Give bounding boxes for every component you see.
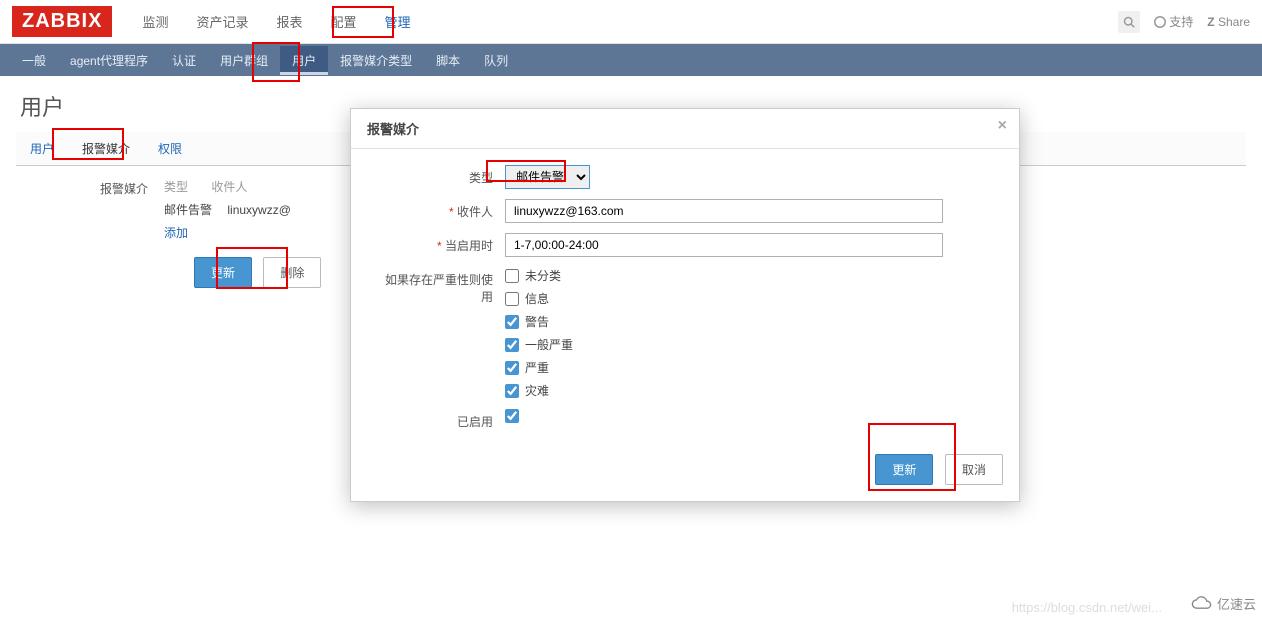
severity-list: 未分类 信息 警告 一般严重 严重 灾难	[505, 267, 573, 399]
enabled-checkbox[interactable]	[505, 409, 519, 423]
watermark-url: https://blog.csdn.net/wei...	[1012, 600, 1162, 615]
watermark-brand: 亿速云	[1191, 594, 1256, 613]
annotation-highlight	[486, 160, 566, 182]
when-active-input[interactable]	[505, 233, 943, 257]
cloud-icon	[1191, 596, 1213, 612]
close-icon[interactable]: ×	[998, 117, 1007, 135]
annotation-highlight	[52, 128, 124, 160]
annotation-highlight	[332, 6, 394, 38]
sev-notclassified[interactable]: 未分类	[505, 267, 573, 284]
recipient-input[interactable]	[505, 199, 943, 223]
modal-title: 报警媒介 ×	[351, 109, 1019, 149]
recipient-label: * 收件人	[375, 199, 505, 220]
sev-disaster[interactable]: 灾难	[505, 382, 573, 399]
sev-info[interactable]: 信息	[505, 290, 573, 307]
modal-overlay: 报警媒介 × 类型 邮件告警 * 收件人 * 当启用时 如果存在严	[0, 0, 1262, 617]
annotation-highlight	[252, 42, 300, 82]
annotation-highlight	[216, 247, 288, 289]
severity-label: 如果存在严重性则使用	[375, 267, 505, 305]
enabled-label: 已启用	[375, 409, 505, 430]
annotation-highlight	[868, 423, 956, 491]
sev-average[interactable]: 一般严重	[505, 336, 573, 353]
sev-high[interactable]: 严重	[505, 359, 573, 376]
when-active-label: * 当启用时	[375, 233, 505, 254]
sev-warning[interactable]: 警告	[505, 313, 573, 330]
